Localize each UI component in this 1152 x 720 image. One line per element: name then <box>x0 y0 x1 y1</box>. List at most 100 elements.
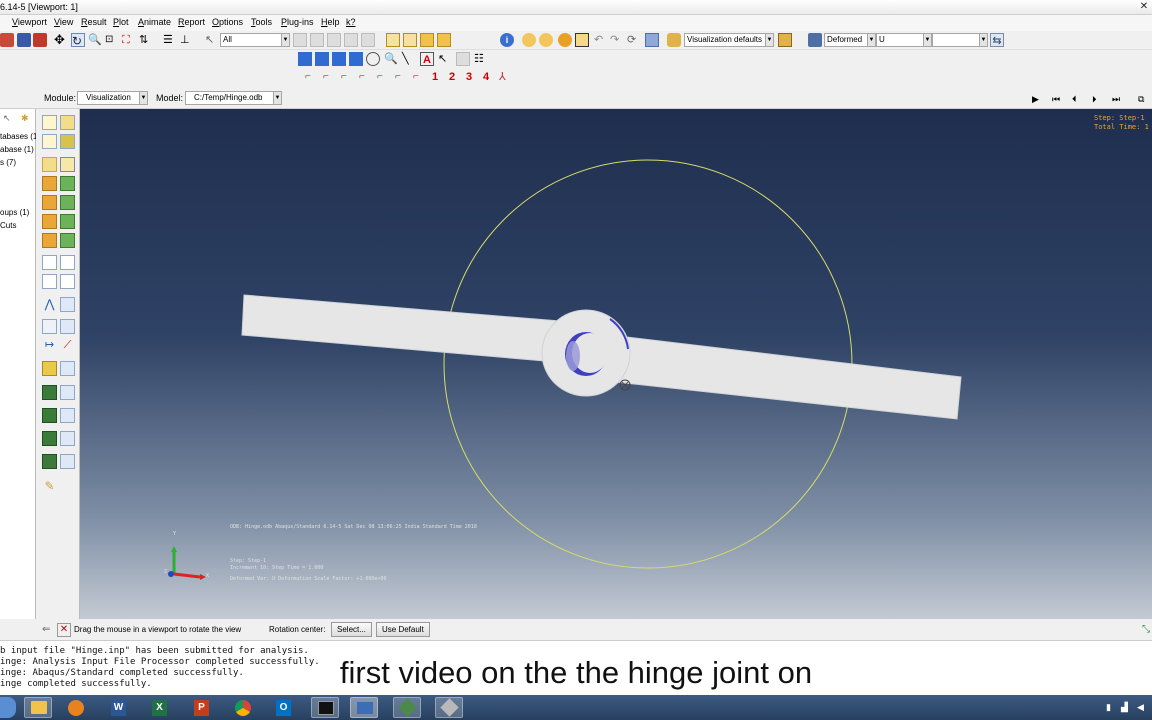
superimpose-options-icon[interactable] <box>42 233 57 248</box>
play-icon[interactable]: ▶ <box>1032 92 1046 106</box>
view-cut-manager-icon[interactable] <box>60 361 75 376</box>
view-iso-icon[interactable]: ⌐ <box>413 70 427 84</box>
plot-contours-deformed-icon[interactable] <box>60 134 75 149</box>
deform-options-icon[interactable] <box>778 33 792 47</box>
tree-item-display-groups[interactable]: oups (1) <box>0 208 29 217</box>
plot-deformed-icon[interactable] <box>60 115 75 130</box>
perspective-icon[interactable] <box>298 52 312 66</box>
selection-option-icon-5[interactable] <box>361 33 375 47</box>
chrome-icon[interactable] <box>229 697 257 718</box>
tree-filter-icon[interactable]: ↖ <box>3 113 17 127</box>
menu-help[interactable]: Help <box>321 17 340 27</box>
display-group-icon[interactable]: ⊥ <box>180 33 194 47</box>
select-button[interactable]: Select... <box>331 622 372 637</box>
create-xy-data-icon[interactable] <box>42 255 57 270</box>
media-player-icon[interactable] <box>62 697 90 718</box>
selection-filter-combo[interactable]: All ▼ <box>220 33 290 47</box>
filled-icon[interactable] <box>366 52 380 66</box>
model-combo[interactable]: C:/Temp/Hinge.odb ▼ <box>185 91 282 105</box>
xy-data-manager-icon[interactable] <box>60 255 75 270</box>
selection-option-icon-4[interactable] <box>344 33 358 47</box>
table-icon[interactable] <box>645 33 659 47</box>
menu-tools[interactable]: Tools <box>251 17 272 27</box>
volume-icon[interactable]: ◀ <box>1137 702 1145 712</box>
xy-plot-icon[interactable]: ⟋ <box>60 338 75 353</box>
variable-combo[interactable]: U ▼ <box>876 33 932 47</box>
render-style-icon[interactable] <box>522 33 536 47</box>
hidden-line-icon[interactable] <box>349 52 363 66</box>
variable-component-combo[interactable]: ▼ <box>932 33 988 47</box>
auto-fit-icon[interactable]: ⛶ <box>122 33 136 47</box>
menu-report[interactable]: Report <box>178 17 205 27</box>
powerpoint-icon[interactable]: P <box>188 697 216 718</box>
view-yx-icon[interactable]: ⌐ <box>395 70 409 84</box>
view-manager-icon[interactable]: ☰ <box>163 33 177 47</box>
cmd-icon[interactable] <box>311 697 339 718</box>
record-icon[interactable] <box>33 33 47 47</box>
render-style-icon-2[interactable] <box>539 33 553 47</box>
create-display-group-icon[interactable] <box>42 385 57 400</box>
text-annotation-icon[interactable]: A <box>420 52 434 66</box>
battery-icon[interactable]: ▮ <box>1106 702 1114 712</box>
animation-options-icon[interactable] <box>42 214 57 229</box>
last-frame-icon[interactable]: ⏭ <box>1112 92 1126 106</box>
measure-icon[interactable]: ╲ <box>402 52 416 66</box>
refresh-icon[interactable]: ⟳ <box>627 33 641 47</box>
common-options-icon[interactable] <box>60 214 75 229</box>
plot-symbols-icon[interactable] <box>42 157 57 172</box>
replace-selected-icon[interactable] <box>42 454 57 469</box>
use-default-button[interactable]: Use Default <box>376 622 430 637</box>
start-icon[interactable] <box>0 697 16 718</box>
view-zy-icon[interactable]: ⌐ <box>377 70 391 84</box>
report-field-output-icon[interactable] <box>60 297 75 312</box>
query-pick-icon[interactable] <box>575 33 589 47</box>
box-zoom-icon[interactable]: ⊡ <box>105 33 119 47</box>
menu-options[interactable]: Options <box>212 17 243 27</box>
animate-scale-factor-icon[interactable] <box>60 176 75 191</box>
abaqus-job-icon[interactable] <box>435 697 463 718</box>
menu-plot[interactable]: Plot <box>113 17 129 27</box>
info-icon[interactable]: i <box>500 33 514 47</box>
back-arrow-icon[interactable]: ⇐ <box>42 623 56 637</box>
view-cut-icon[interactable] <box>42 361 57 376</box>
plot-contours-icon[interactable] <box>42 134 57 149</box>
prompt-resize-icon[interactable]: ⤡ <box>1142 623 1152 637</box>
xy-plot-options-icon[interactable] <box>42 274 57 289</box>
display-options-icon[interactable] <box>60 454 75 469</box>
display-group-manager-icon[interactable] <box>60 385 75 400</box>
abaqus-cae-icon[interactable] <box>350 697 378 718</box>
intersect-icon[interactable] <box>60 431 75 446</box>
selection-option-icon[interactable] <box>293 33 307 47</box>
odb-display-options-icon[interactable] <box>60 233 75 248</box>
free-body-icon[interactable] <box>60 319 75 334</box>
menu-whats-this[interactable]: k? <box>346 17 356 27</box>
view-xz-icon[interactable]: ⌐ <box>341 70 355 84</box>
parallel-icon[interactable] <box>315 52 329 66</box>
plot-undeformed-icon[interactable] <box>42 115 57 130</box>
viewport[interactable]: Y X Z Step: Step-1 Total Time: 1 ODB: Hi… <box>80 109 1152 619</box>
frame-options-icon[interactable]: ⧉ <box>1138 92 1152 106</box>
query-probe-icon[interactable]: ✎ <box>42 479 57 494</box>
allow-multiple-plot-states-icon[interactable] <box>42 176 57 191</box>
visualization-options-icon[interactable] <box>667 33 681 47</box>
wireframe-icon[interactable] <box>332 52 346 66</box>
print-icon[interactable] <box>0 33 14 47</box>
tree-pin-icon[interactable]: ✱ <box>21 113 35 127</box>
sync-icon[interactable]: ⇆ <box>990 33 1004 47</box>
word-icon[interactable]: W <box>105 697 133 718</box>
select-arrow-icon[interactable]: ↖ <box>205 33 219 47</box>
previous-frame-icon[interactable]: ⏴ <box>1072 92 1086 106</box>
close-icon[interactable]: ✕ <box>1138 1 1150 13</box>
first-frame-icon[interactable]: ⏮ <box>1052 92 1066 106</box>
undo-icon[interactable]: ↶ <box>594 33 608 47</box>
side-view-icon[interactable] <box>403 33 417 47</box>
selection-option-icon-3[interactable] <box>327 33 341 47</box>
zoom-icon[interactable]: 🔍 <box>88 33 102 47</box>
tree-item-output-databases[interactable]: tabases (1 <box>0 132 37 141</box>
menu-plugins[interactable]: Plug-ins <box>281 17 314 27</box>
iso-view-icon[interactable] <box>437 33 451 47</box>
view-yz-icon[interactable]: ⌐ <box>323 70 337 84</box>
tree-item-model-database[interactable]: abase (1) <box>0 145 34 154</box>
list-icon[interactable]: ☷ <box>474 52 488 66</box>
user-view-1[interactable]: 1 <box>432 71 438 83</box>
